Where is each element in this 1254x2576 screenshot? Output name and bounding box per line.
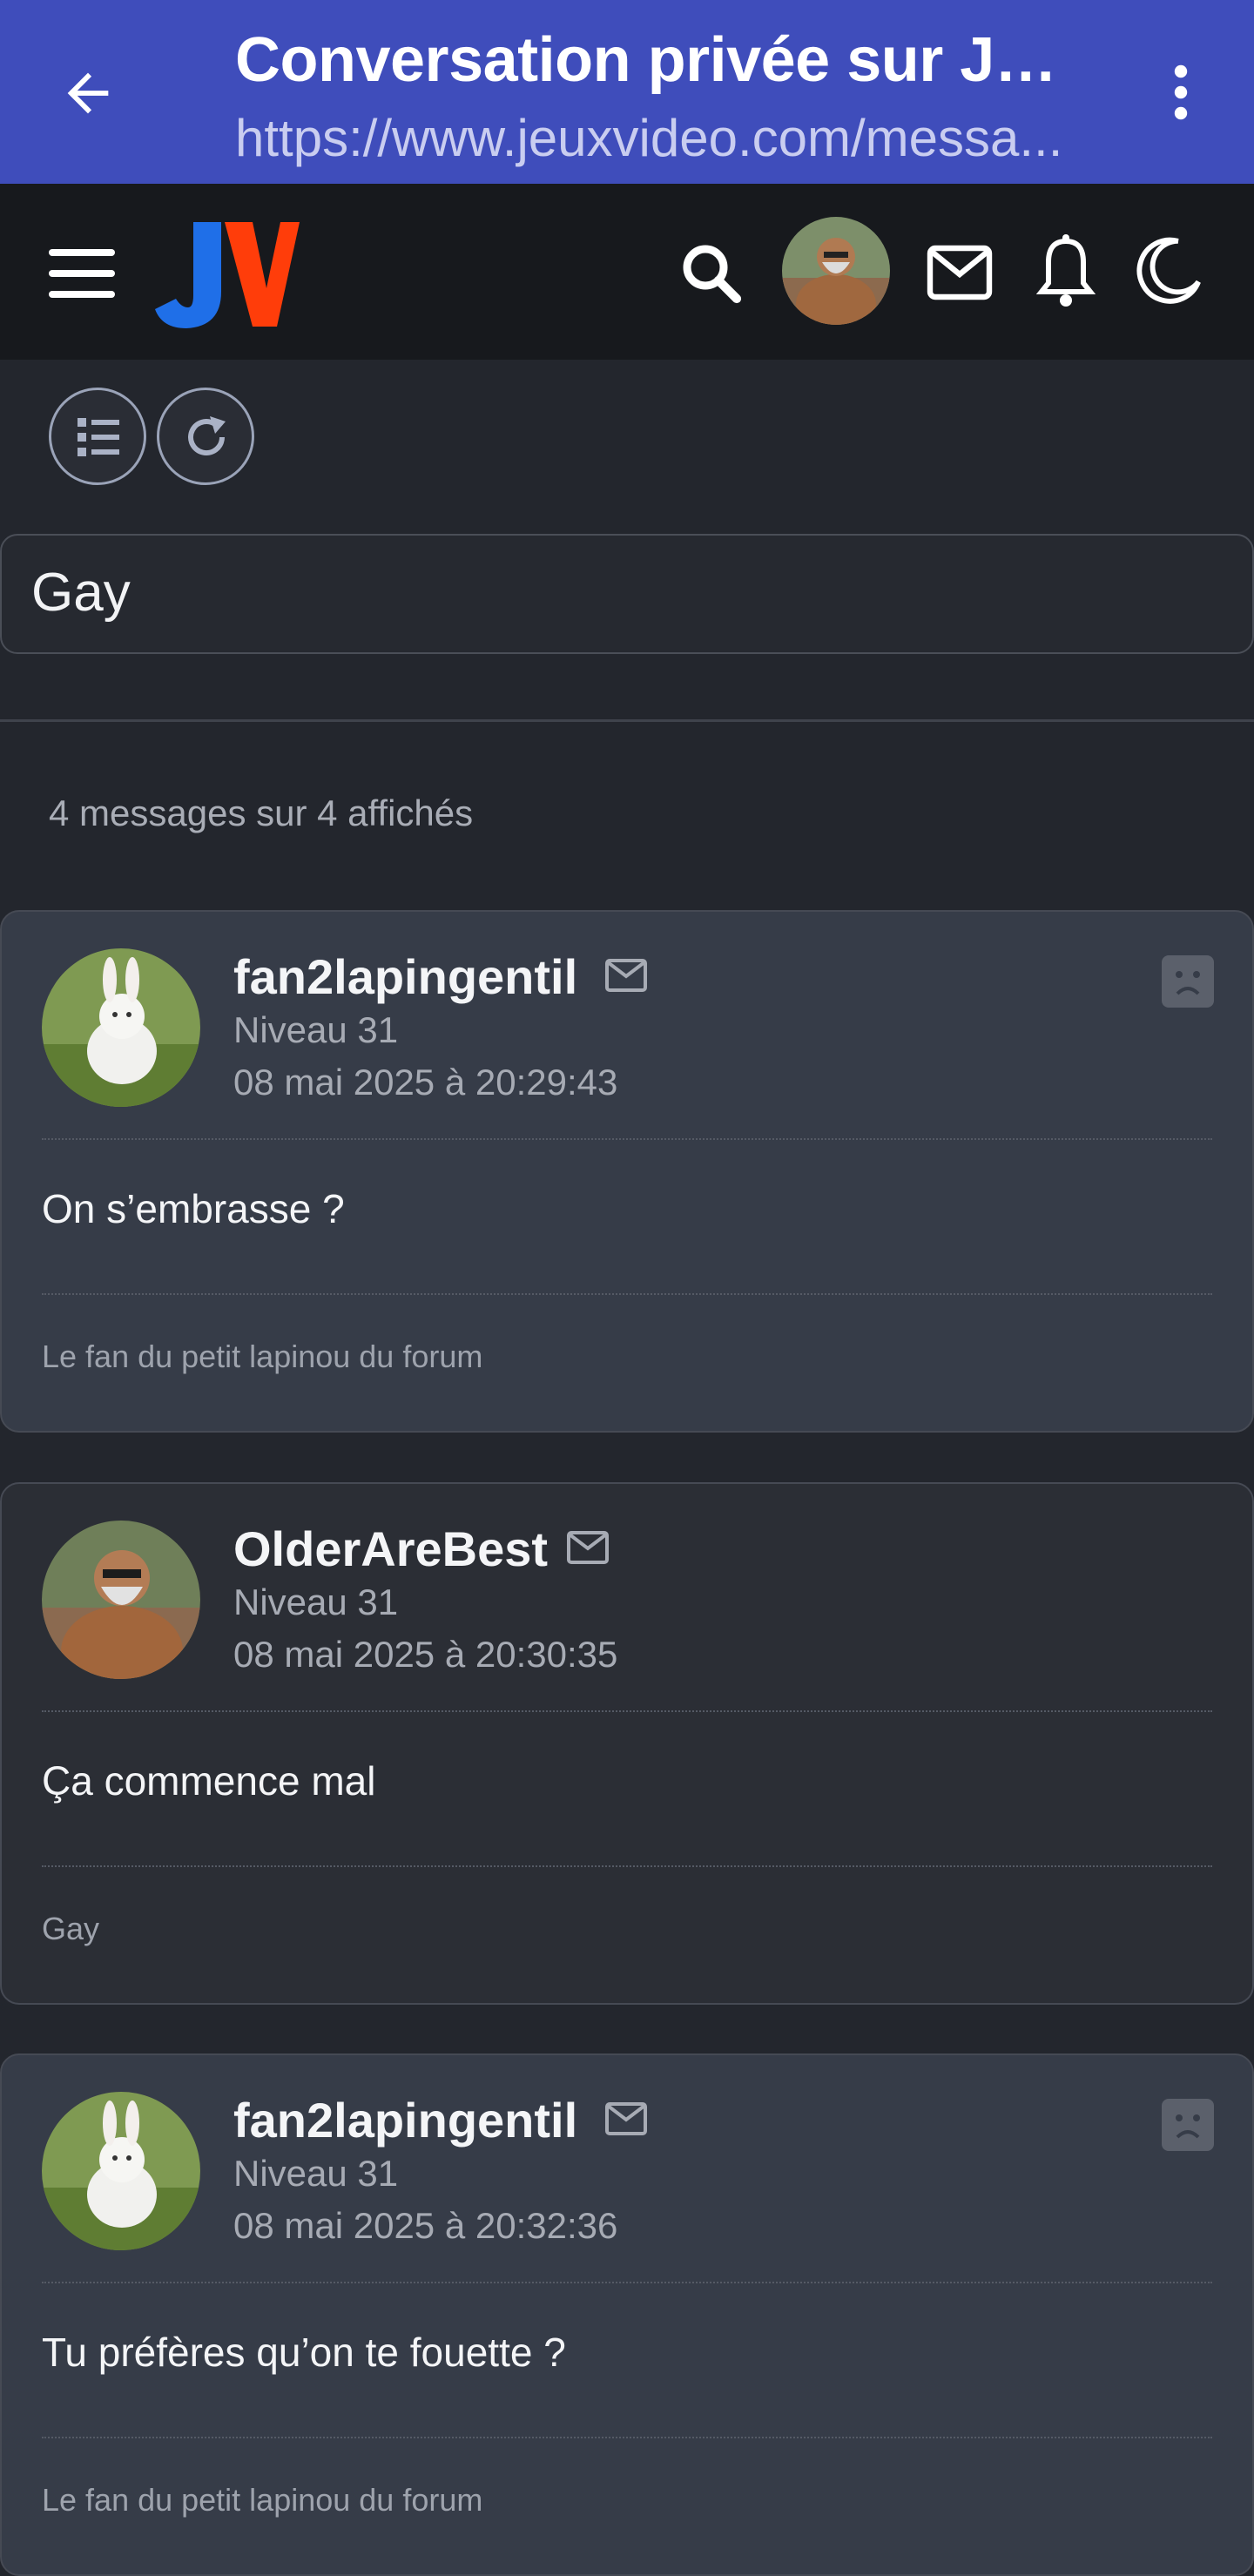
mail-icon[interactable]: [604, 2101, 648, 2137]
message-body: On s’embrasse ?: [42, 1186, 345, 1231]
author-level: Niveau 31: [233, 2153, 399, 2194]
author-avatar[interactable]: [42, 2092, 200, 2250]
message-date: 08 mai 2025 à 20:32:36: [233, 2205, 618, 2246]
author-name[interactable]: fan2lapingentil: [233, 948, 577, 1005]
bell-icon[interactable]: [1036, 234, 1096, 307]
separator: [42, 1865, 1212, 1867]
author-avatar[interactable]: [42, 948, 200, 1107]
message-date: 08 mai 2025 à 20:30:35: [233, 1634, 618, 1675]
separator: [42, 2437, 1212, 2438]
report-button[interactable]: [1162, 955, 1214, 1008]
separator: [42, 1138, 1212, 1140]
message-signature: Gay: [42, 1911, 100, 1946]
menu-icon[interactable]: [49, 249, 115, 298]
separator: [42, 1293, 1212, 1295]
separator: [42, 2282, 1212, 2283]
mail-icon[interactable]: [927, 243, 993, 302]
list-button[interactable]: [49, 388, 146, 485]
browser-bar: Conversation privée sur Je... https://ww…: [0, 0, 1254, 184]
message-card: fan2lapingentil Niveau 31 08 mai 2025 à …: [0, 2053, 1254, 2576]
sad-face-icon: [1176, 2114, 1200, 2139]
message-card: OlderAreBest Niveau 31 08 mai 2025 à 20:…: [0, 1482, 1254, 2005]
author-name[interactable]: fan2lapingentil: [233, 2092, 577, 2148]
author-avatar[interactable]: [42, 1521, 200, 1679]
message-body: Ça commence mal: [42, 1758, 376, 1804]
message-body: Tu préfères qu’on te fouette ?: [42, 2330, 566, 2375]
author-level: Niveau 31: [233, 1581, 399, 1622]
separator: [42, 1710, 1212, 1712]
jv-logo[interactable]: [155, 219, 300, 332]
conversation-subject-box: Gay: [0, 534, 1254, 654]
browser-title: Conversation privée sur Je...: [235, 25, 1071, 95]
mail-icon[interactable]: [566, 1529, 610, 1566]
message-signature: Le fan du petit lapinou du forum: [42, 2482, 483, 2518]
report-button[interactable]: [1162, 2099, 1214, 2151]
user-avatar[interactable]: [782, 217, 890, 325]
message-date: 08 mai 2025 à 20:29:43: [233, 1062, 618, 1103]
message-signature: Le fan du petit lapinou du forum: [42, 1339, 483, 1374]
message-card: fan2lapingentil Niveau 31 08 mai 2025 à …: [0, 910, 1254, 1433]
sad-face-icon: [1176, 971, 1200, 995]
site-header: [0, 184, 1254, 360]
author-name[interactable]: OlderAreBest: [233, 1521, 548, 1577]
moon-icon[interactable]: [1136, 236, 1203, 304]
message-count: 4 messages sur 4 affichés: [49, 792, 474, 833]
refresh-button[interactable]: [157, 388, 254, 485]
list-icon: [78, 418, 119, 456]
back-arrow-icon[interactable]: [57, 63, 118, 124]
conversation-subject: Gay: [31, 563, 131, 623]
more-options-icon[interactable]: [1158, 61, 1203, 124]
author-level: Niveau 31: [233, 1009, 399, 1050]
browser-url[interactable]: https://www.jeuxvideo.com/messa...: [235, 108, 1089, 168]
mail-icon[interactable]: [604, 957, 648, 994]
search-icon[interactable]: [679, 241, 742, 304]
refresh-icon: [188, 416, 226, 456]
divider: [0, 719, 1254, 722]
